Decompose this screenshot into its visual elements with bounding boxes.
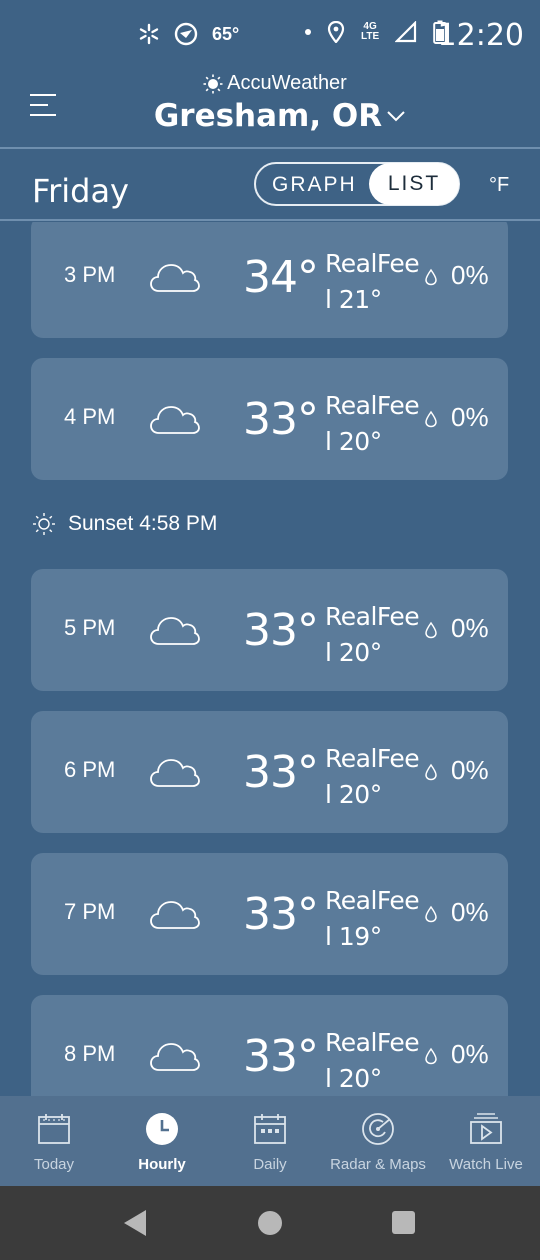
nav-label: Today (33, 1156, 75, 1173)
precipitation: 0% (451, 613, 489, 643)
realfeel: RealFeel 21° (325, 249, 420, 314)
realfeel: RealFeel 20° (325, 1028, 420, 1093)
temperature: 34° (243, 252, 319, 303)
nav-daily[interactable]: Daily (216, 1096, 324, 1186)
status-time: 12:20 (437, 18, 524, 53)
nav-label: Daily (253, 1156, 287, 1173)
graph-toggle-button[interactable]: GRAPH (272, 173, 357, 197)
realfeel: RealFeel 20° (325, 744, 420, 809)
raindrop-icon (425, 905, 437, 923)
radar-icon (362, 1113, 394, 1145)
hourly-list[interactable]: 3 PM 34° RealFeel 21° 0% 4 PM 33° RealFe… (0, 222, 540, 1096)
sunset-label: Sunset 4:58 PM (68, 512, 218, 535)
temperature: 33° (243, 747, 319, 798)
list-toggle-button[interactable]: LIST (369, 163, 459, 205)
app-notification-icon (174, 22, 198, 46)
realfeel: RealFeel 20° (325, 391, 420, 456)
raindrop-icon (425, 763, 437, 781)
precipitation: 0% (451, 755, 489, 785)
status-left-icons: 65° (138, 22, 239, 46)
unit-toggle[interactable]: °F (489, 174, 509, 197)
sun-icon (33, 513, 55, 535)
hour-card[interactable]: 3 PM 34° RealFeel 21° 0% (31, 222, 508, 338)
brand-name: AccuWeather (227, 72, 347, 94)
nav-label: Watch Live (449, 1156, 523, 1173)
hour-card[interactable]: 8 PM 33° RealFeel 20° 0% (31, 995, 508, 1096)
status-bar: 65° 4G LTE 12:20 (0, 0, 540, 70)
precipitation: 0% (451, 1039, 489, 1069)
cloud-icon (150, 617, 200, 645)
hour-label: 8 PM (64, 1041, 116, 1066)
nav-label: Radar & Maps (330, 1156, 426, 1173)
cloud-icon (150, 901, 200, 929)
hour-card[interactable]: 6 PM 33° RealFeel 20° 0% (31, 711, 508, 833)
chevron-down-icon (387, 111, 405, 122)
precipitation: 0% (451, 260, 489, 290)
cloud-icon (150, 759, 200, 787)
status-temperature: 65° (212, 23, 240, 44)
app-header: AccuWeather Gresham, OR (0, 70, 540, 148)
temperature: 33° (243, 605, 319, 656)
subheader: Friday GRAPH LIST °F (0, 150, 540, 220)
location-name: Gresham, OR (153, 98, 383, 134)
location-selector[interactable]: Gresham, OR (0, 98, 540, 134)
precipitation: 0% (451, 402, 489, 432)
header-divider (0, 147, 540, 149)
hour-label: 7 PM (64, 899, 116, 924)
calendar-icon (38, 1114, 70, 1144)
signal-icon (395, 21, 417, 43)
hour-label: 4 PM (64, 404, 116, 429)
back-icon[interactable] (124, 1210, 146, 1236)
status-right-icons: 4G LTE (305, 20, 447, 44)
network-type-label: 4G LTE (361, 21, 380, 42)
calendar-grid-icon (254, 1114, 286, 1144)
cloud-icon (150, 1043, 200, 1071)
temperature: 33° (243, 1031, 319, 1082)
accuweather-sun-icon (203, 74, 223, 93)
cloud-icon (150, 264, 200, 292)
home-icon[interactable] (258, 1211, 282, 1235)
system-nav-bar (0, 1186, 540, 1260)
nav-label: Hourly (138, 1156, 186, 1173)
temperature: 33° (243, 889, 319, 940)
subheader-divider (0, 219, 540, 221)
raindrop-icon (425, 410, 437, 428)
hour-card[interactable]: 7 PM 33° RealFeel 19° 0% (31, 853, 508, 975)
tv-play-icon (470, 1113, 502, 1144)
walmart-spark-icon (139, 23, 159, 45)
precipitation: 0% (451, 897, 489, 927)
temperature: 33° (243, 394, 319, 445)
nav-today[interactable]: Today (0, 1096, 108, 1186)
raindrop-icon (425, 268, 437, 286)
hour-label: 6 PM (64, 757, 116, 782)
realfeel: RealFeel 19° (325, 886, 420, 951)
hour-label: 3 PM (64, 262, 116, 287)
view-toggle: GRAPH LIST (254, 162, 460, 206)
location-pin-icon (327, 21, 345, 43)
raindrop-icon (425, 621, 437, 639)
bottom-nav: Today Hourly Daily Radar & Maps Watch Li… (0, 1096, 540, 1186)
nav-hourly[interactable]: Hourly (108, 1096, 216, 1186)
nav-watch-live[interactable]: Watch Live (432, 1096, 540, 1186)
clock-icon (146, 1113, 178, 1145)
dot-icon (305, 29, 311, 35)
sunset-row: Sunset 4:58 PM (32, 512, 217, 536)
day-title: Friday (32, 172, 129, 210)
hour-label: 5 PM (64, 615, 116, 640)
brand-logo: AccuWeather (0, 72, 540, 95)
hour-card[interactable]: 4 PM 33° RealFeel 20° 0% (31, 358, 508, 480)
recents-icon[interactable] (392, 1211, 415, 1234)
raindrop-icon (425, 1047, 437, 1065)
realfeel: RealFeel 20° (325, 602, 420, 667)
hour-card[interactable]: 5 PM 33° RealFeel 20° 0% (31, 569, 508, 691)
nav-radar-maps[interactable]: Radar & Maps (324, 1096, 432, 1186)
cloud-icon (150, 406, 200, 434)
